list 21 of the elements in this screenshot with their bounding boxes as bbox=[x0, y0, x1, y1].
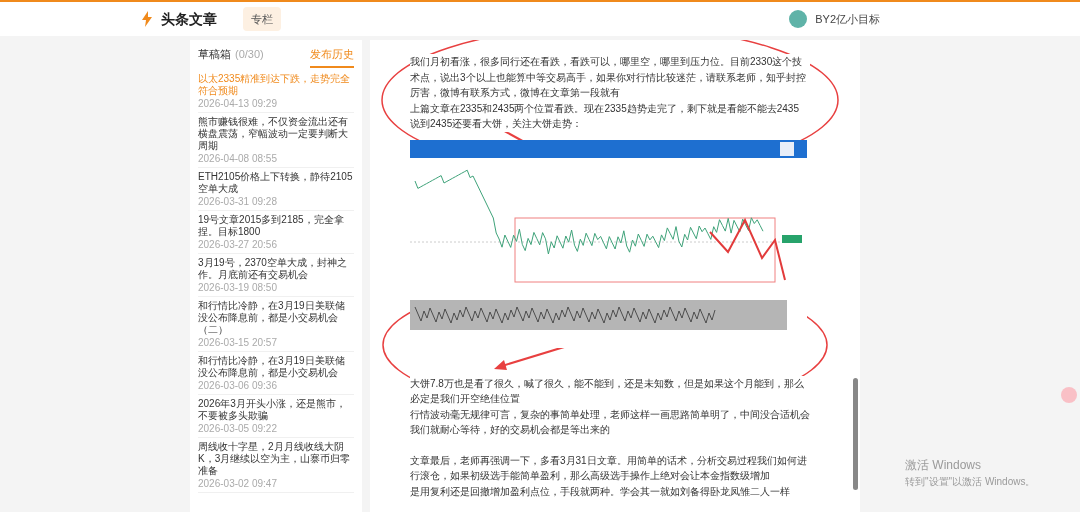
article-item[interactable]: 和行情比冷静，在3月19日美联储没公布降息前，都是小交易机会 2026-03-06 09:36 bbox=[198, 351, 354, 395]
article-paragraph: 我们月初看涨，很多同行还在看跌，看跌可以，哪里空，哪里到压力位。目前2330这个技术点，说出3个以上也能算中等交易高手，如果你对行情比较迷茫，请联系老师，知乎封控厉害，微博有联系方式，微博在文章第一段就有 bbox=[410, 54, 810, 101]
activation-title: 激活 Windows bbox=[905, 457, 982, 474]
sidebar-tab[interactable]: 草稿箱 (0/30) bbox=[198, 46, 264, 68]
activation-note: 转到"设置"以激活 Windows。 bbox=[905, 475, 1036, 489]
lightning-icon bbox=[141, 11, 153, 27]
article-item[interactable]: 熊市赚钱很难，不仅资金流出还有横盘震荡，窄幅波动一定要判断大周期 2026-04-08 08:55 bbox=[198, 112, 354, 168]
article-paragraph: 文章最后，老师再强调一下，多看3月31日文章。用简单的话术，分析交易过程我们如何进行滚仓，如果初级选手能简单盈利，那么高级选手操作上绝对会让本金指数级增加 bbox=[410, 452, 810, 484]
article-item[interactable]: 2026年3月开头小涨，还是熊市，不要被多头欺骗 2026-03-05 09:22 bbox=[198, 394, 354, 438]
scrollbar-thumb[interactable] bbox=[853, 378, 858, 490]
avatar[interactable] bbox=[789, 10, 808, 28]
column-tab[interactable]: 专栏 bbox=[243, 6, 281, 32]
article-paragraph: 行情波动毫无规律可言，复杂的事简单处理，老师这样一画思路简单明了，中间没合适机会我们就耐心等待，好的交易机会都是等出来的 bbox=[410, 406, 810, 438]
article-item[interactable]: 周线收十字星，2月月线收线大阴K，3月继续以空为主，山寨币归零准备 2026-03-02 09:47 bbox=[198, 437, 354, 493]
article-item[interactable]: 和行情比冷静，在3月19日美联储没公布降息前，都是小交易机会（二） 2026-03-15 20:57 bbox=[198, 296, 354, 352]
user-name[interactable]: BY2亿小目标 bbox=[815, 10, 880, 28]
page-title: 头条文章 bbox=[161, 9, 217, 29]
article-item[interactable]: ETH2105价格上下转换，静待2105空单大成 2026-03-31 09:28 bbox=[198, 167, 354, 211]
float-button[interactable] bbox=[1061, 387, 1077, 403]
article-item[interactable]: 19号文章2015多到2185，完全拿捏。目标1800 2026-03-27 20:56 bbox=[198, 210, 354, 254]
article-item[interactable]: 3月19号，2370空单大成，封神之作。月底前还有交易机会 2026-03-19 08:50 bbox=[198, 253, 354, 297]
